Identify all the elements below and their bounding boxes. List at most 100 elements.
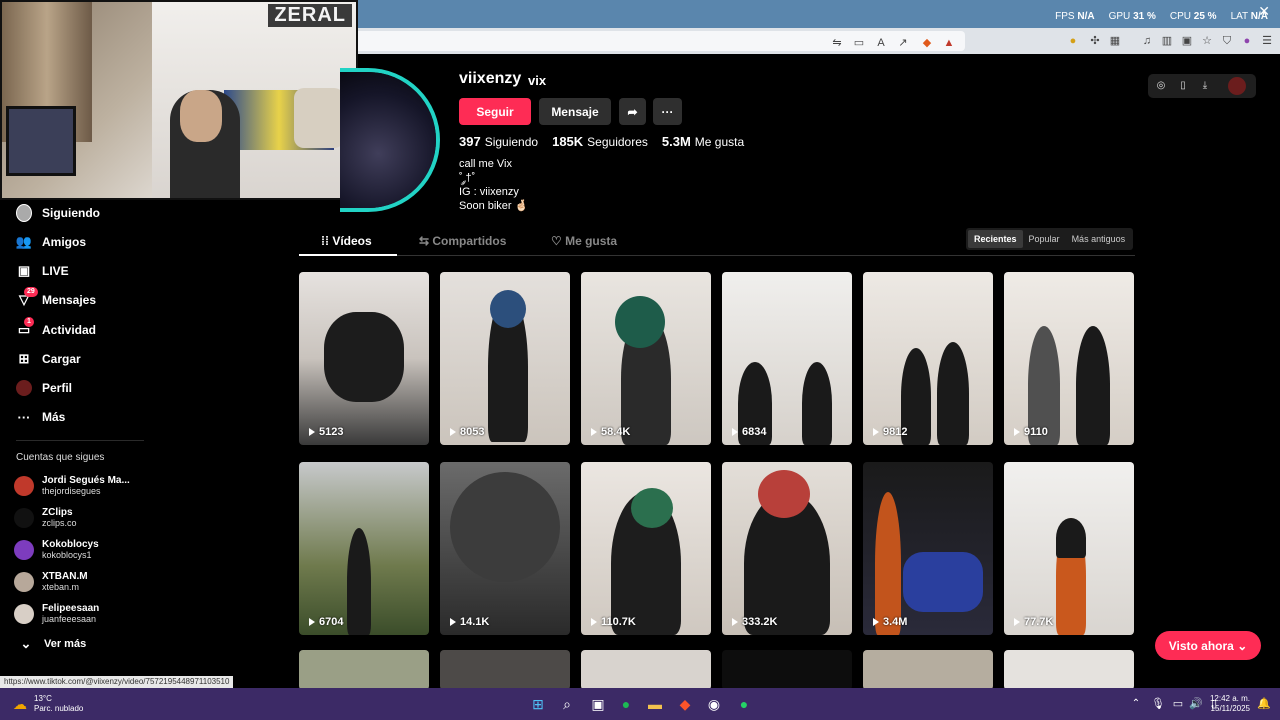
followers-stat[interactable]: 185K Seguidores <box>552 134 648 149</box>
video-card[interactable]: 8053 <box>440 272 570 445</box>
sidebar-item-activity[interactable]: ▭ 1 Actividad <box>16 317 96 342</box>
weather-text: Parc. nublado <box>34 704 84 713</box>
share-page-icon[interactable]: ↗ <box>896 36 910 50</box>
brave-shield-icon[interactable]: ⛉ <box>1220 34 1234 48</box>
video-card[interactable] <box>440 650 570 690</box>
clock-date: 15/11/2025 <box>1210 704 1250 713</box>
shield-icon[interactable]: ◆ <box>920 36 934 50</box>
video-card[interactable]: 6704 <box>299 462 429 635</box>
sidebar-item-messages[interactable]: ▽ 29 Mensajes <box>16 287 96 312</box>
weather-widget[interactable]: 13°C Parc. nublado <box>34 694 83 714</box>
puzzle-icon[interactable]: ✣ <box>1088 34 1102 48</box>
video-card[interactable] <box>1004 650 1134 690</box>
screenshot-icon[interactable]: ▭ <box>852 36 866 50</box>
upload-icon: ⊞ <box>18 351 30 366</box>
brave-browser-icon[interactable]: ◆ <box>677 696 693 712</box>
video-card[interactable]: 58.4K <box>581 272 711 445</box>
windows-start-icon[interactable]: ⊞ <box>530 696 546 712</box>
url-field[interactable]: ⇋ ▭ A ↗ ◆ ▲ <box>330 31 965 51</box>
sidebar-item-upload[interactable]: ⊞ Cargar <box>16 347 81 371</box>
music-icon[interactable]: ♫ <box>1140 34 1154 48</box>
sidebar-item-live[interactable]: ▣ LIVE <box>16 259 69 283</box>
wallet-icon[interactable]: ▣ <box>1180 34 1194 48</box>
sort-popular[interactable]: Popular <box>1023 230 1066 248</box>
share-icon: ➦ <box>627 104 638 119</box>
message-button[interactable]: Mensaje <box>539 98 611 125</box>
menu-icon[interactable]: ☰ <box>1260 34 1274 48</box>
video-card[interactable]: 5123 <box>299 272 429 445</box>
followed-account[interactable]: Felipeesaan juanfeeesaan <box>14 600 99 628</box>
share-button[interactable]: ➦ <box>619 98 646 125</box>
video-card[interactable] <box>722 650 852 690</box>
taskbar-clock[interactable]: 12:42 a. m. 15/11/2025 <box>1210 694 1250 714</box>
tray-chevron-up-icon[interactable]: ⌃ <box>1128 696 1144 712</box>
video-card[interactable]: 110.7K <box>581 462 711 635</box>
more-options-button[interactable]: ··· <box>653 98 682 125</box>
tab-liked[interactable]: ♡ Me gusta <box>551 234 617 248</box>
view-count-label: 5123 <box>319 426 344 438</box>
messages-icon: ▽ 29 <box>16 287 38 308</box>
volume-icon[interactable]: 🔊 <box>1188 696 1204 712</box>
stream-brand: ZERAL <box>268 4 352 27</box>
play-icon <box>873 618 879 626</box>
video-card[interactable]: 14.1K <box>440 462 570 635</box>
followed-account[interactable]: XTBAN.M xteban.m <box>14 568 88 596</box>
compass-icon[interactable]: ◎ <box>1154 79 1168 93</box>
calendar-icon[interactable]: ▦ <box>1108 34 1122 48</box>
sort-oldest[interactable]: Más antiguos <box>1066 230 1132 248</box>
file-explorer-icon[interactable]: ▬ <box>647 696 663 712</box>
weather-icon[interactable]: ☁ <box>12 696 28 712</box>
video-card[interactable]: 9812 <box>863 272 993 445</box>
sidebar-item-friends[interactable]: 👥 Amigos <box>16 230 86 254</box>
download-icon[interactable]: ⤓ <box>1198 79 1212 93</box>
search-icon[interactable]: ⌕ <box>559 696 575 712</box>
extension-icon[interactable]: ● <box>1066 34 1080 48</box>
obs-icon[interactable]: ◉ <box>706 696 722 712</box>
sort-recent[interactable]: Recientes <box>968 230 1023 248</box>
close-icon[interactable]: ✕ <box>1258 3 1270 20</box>
profile-icon[interactable]: ● <box>1240 34 1254 48</box>
video-card[interactable]: 77.7K <box>1004 462 1134 635</box>
profile-avatar-image <box>340 72 436 208</box>
translate-a-icon[interactable]: A <box>874 36 888 50</box>
user-avatar[interactable] <box>1228 77 1246 95</box>
following-stat[interactable]: 397 Siguiendo <box>459 134 538 149</box>
likes-count: 5.3M <box>661 134 691 149</box>
sidebar-item-profile[interactable]: Perfil <box>16 376 72 400</box>
star-icon[interactable]: ☆ <box>1200 34 1214 48</box>
view-count: 3.4M <box>873 616 907 628</box>
device-icon[interactable]: ▯ <box>1176 79 1190 93</box>
followed-account[interactable]: Kokoblocys kokoblocys1 <box>14 536 99 564</box>
helmet-shape <box>758 470 810 518</box>
notifications-icon[interactable]: 🔔 <box>1256 696 1272 712</box>
video-card[interactable]: 3.4M <box>863 462 993 635</box>
sidebar-item-following[interactable]: Siguiendo <box>16 201 100 225</box>
whatsapp-icon[interactable]: ● <box>736 696 752 712</box>
network-icon[interactable]: ▭ <box>1170 696 1186 712</box>
chevron-down-icon: ⌄ <box>20 636 32 651</box>
video-card[interactable]: 333.2K <box>722 462 852 635</box>
tab-reposts[interactable]: ⇆ Compartidos <box>419 234 506 248</box>
video-card[interactable] <box>299 650 429 690</box>
microphone-icon[interactable]: 🎙 <box>1150 696 1166 712</box>
profile-avatar[interactable] <box>340 68 440 212</box>
translate-icon[interactable]: ⇋ <box>830 36 844 50</box>
sidebar-item-more[interactable]: ··· Más <box>16 405 66 429</box>
video-card[interactable]: 9110 <box>1004 272 1134 445</box>
see-more-button[interactable]: ⌄ Ver más <box>18 632 87 656</box>
followed-account[interactable]: ZClips zclips.co <box>14 504 77 532</box>
recently-watched-button[interactable]: Visto ahora ⌄ <box>1155 631 1261 660</box>
account-handle: zclips.co <box>42 518 77 528</box>
live-icon: ▣ <box>17 263 31 278</box>
sidebar-toggle-icon[interactable]: ▥ <box>1160 34 1174 48</box>
follow-button[interactable]: Seguir <box>459 98 531 125</box>
video-card[interactable]: 6834 <box>722 272 852 445</box>
view-count: 9812 <box>873 426 907 438</box>
tab-videos[interactable]: ⁞⁞ Vídeos <box>321 234 372 248</box>
rewards-icon[interactable]: ▲ <box>942 36 956 50</box>
task-view-icon[interactable]: ▣ <box>590 696 606 712</box>
video-card[interactable] <box>863 650 993 690</box>
spotify-icon[interactable]: ● <box>618 696 634 712</box>
followed-account[interactable]: Jordi Segués Ma... thejordisegues <box>14 472 130 500</box>
video-card[interactable] <box>581 650 711 690</box>
